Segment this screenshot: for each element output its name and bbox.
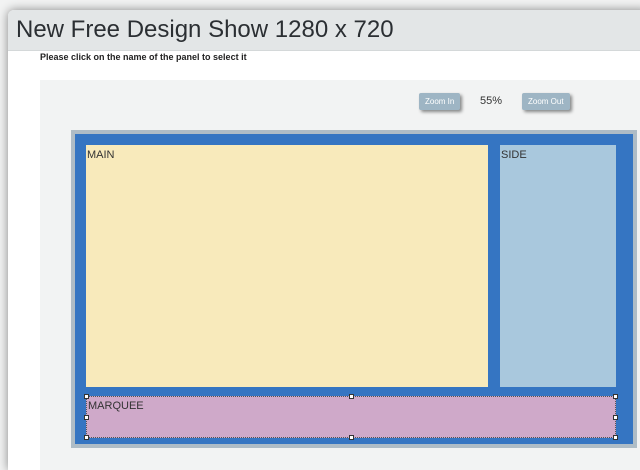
resize-handle-bottom-left[interactable] [84, 435, 89, 440]
resize-handle-top-right[interactable] [613, 394, 618, 399]
instruction-text: Please click on the name of the panel to… [40, 52, 247, 62]
resize-handle-bottom-right[interactable] [613, 435, 618, 440]
panel-side[interactable]: SIDE [500, 145, 616, 387]
design-canvas: MAIN SIDE MARQUEE [75, 134, 633, 444]
zoom-in-button[interactable]: Zoom In [419, 93, 461, 110]
zoom-level-label: 55% [480, 95, 503, 107]
resize-handle-middle-right[interactable] [613, 415, 618, 420]
zoom-out-button[interactable]: Zoom Out [522, 93, 570, 110]
app-window: New Free Design Show 1280 x 720 Please c… [8, 10, 640, 470]
panel-marquee[interactable]: MARQUEE [84, 394, 618, 440]
resize-handle-bottom-center[interactable] [349, 435, 354, 440]
resize-handle-top-center[interactable] [349, 394, 354, 399]
resize-handle-middle-left[interactable] [84, 415, 89, 420]
design-workspace: Zoom In 55% Zoom Out MAIN SIDE MARQUEE [40, 80, 640, 470]
panel-marquee-label[interactable]: MARQUEE [88, 400, 144, 412]
resize-handle-top-left[interactable] [84, 394, 89, 399]
panel-main[interactable]: MAIN [86, 145, 488, 387]
page-title: New Free Design Show 1280 x 720 [16, 16, 394, 43]
canvas-frame: MAIN SIDE MARQUEE [71, 130, 637, 448]
title-bar: New Free Design Show 1280 x 720 [8, 10, 640, 51]
panel-main-label[interactable]: MAIN [87, 149, 115, 161]
panel-side-label[interactable]: SIDE [501, 149, 527, 161]
